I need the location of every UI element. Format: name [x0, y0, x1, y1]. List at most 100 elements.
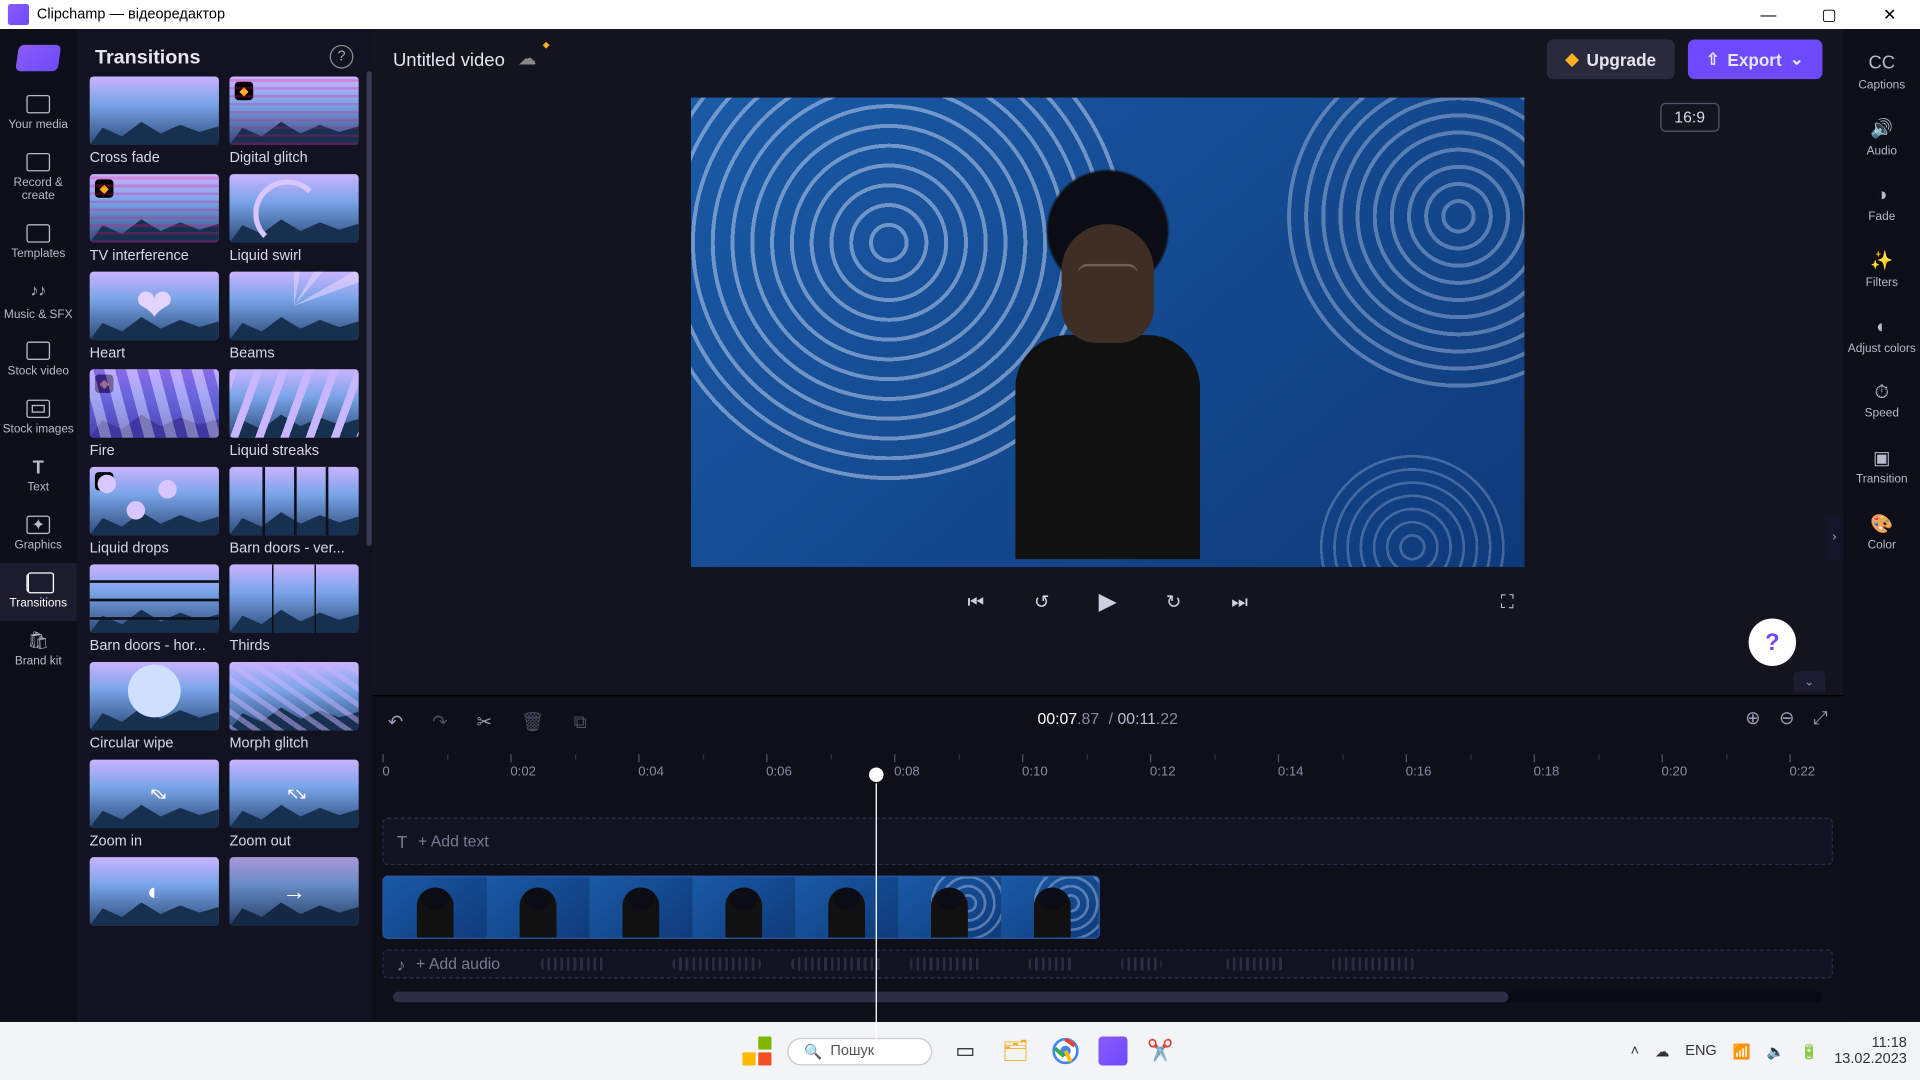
right-rail-transition[interactable]: ▣Transition — [1844, 434, 1920, 500]
language-indicator[interactable]: ENG — [1685, 1043, 1716, 1059]
seek-end-button[interactable]: ⏭ — [1225, 587, 1254, 616]
transition-item[interactable]: ◆Digital glitch — [229, 76, 358, 166]
transition-item[interactable]: ◆Liquid drops — [90, 467, 219, 557]
transition-item[interactable]: Barn doors - hor... — [90, 564, 219, 654]
maximize-button[interactable]: ▢ — [1799, 0, 1860, 29]
taskbar-search[interactable]: 🔍 Пошук — [787, 1037, 932, 1065]
waveform-hint — [1332, 957, 1415, 970]
sidebar-item-label: Stock video — [8, 366, 69, 379]
task-view-button[interactable]: ▭ — [948, 1034, 982, 1068]
ruler-tick: 0:22 — [1789, 754, 1815, 779]
project-title[interactable]: Untitled video — [393, 49, 505, 70]
sidebar-item-stock-images[interactable]: Stock images — [0, 389, 76, 447]
split-button[interactable]: ✂ — [477, 710, 492, 732]
minimize-button[interactable]: — — [1738, 0, 1799, 29]
sidebar-icon — [26, 342, 50, 360]
zoom-out-button[interactable]: ⊖ — [1779, 707, 1794, 729]
transition-item[interactable]: Zoom out — [229, 760, 358, 850]
right-rail-label: Fade — [1868, 211, 1895, 224]
text-track-slot[interactable]: T + Add text — [382, 818, 1833, 865]
right-rail-audio[interactable]: 🔊Audio — [1844, 105, 1920, 171]
transition-label: Morph glitch — [229, 731, 358, 752]
export-button[interactable]: ⇧ Export ⌄ — [1688, 40, 1823, 80]
transition-item[interactable]: Heart — [90, 272, 219, 362]
timeline-scrollbar[interactable] — [393, 992, 1822, 1003]
ruler-tick: 0:18 — [1534, 754, 1560, 779]
transition-item[interactable]: Beams — [229, 272, 358, 362]
transition-item[interactable]: Liquid streaks — [229, 369, 358, 459]
transition-label: Beams — [229, 340, 358, 361]
video-clip[interactable]: 🔊 — [382, 876, 1100, 939]
right-rail-filters[interactable]: ✨Filters — [1844, 237, 1920, 303]
zoom-in-button[interactable]: ⊕ — [1745, 707, 1760, 729]
right-rail-speed[interactable]: ⏱Speed — [1844, 369, 1920, 435]
cloud-sync-icon[interactable] — [518, 47, 542, 71]
file-explorer-button[interactable]: 🗂 — [998, 1034, 1032, 1068]
clipchamp-logo[interactable] — [15, 45, 61, 71]
sidebar-icon — [26, 95, 50, 113]
right-rail-color[interactable]: 🎨Color — [1844, 500, 1920, 566]
chrome-button[interactable] — [1048, 1034, 1082, 1068]
collapse-preview-button[interactable]: ⌄ — [1793, 671, 1825, 692]
right-rail-fade[interactable]: ◑Fade — [1844, 171, 1920, 237]
help-fab[interactable]: ? — [1749, 618, 1796, 665]
redo-button[interactable]: ↷ — [432, 710, 447, 732]
text-icon: T — [397, 831, 407, 851]
duplicate-button[interactable]: ⧉ — [574, 710, 587, 732]
volume-icon[interactable]: 🔈 — [1766, 1042, 1784, 1059]
onedrive-icon[interactable]: ☁ — [1655, 1042, 1670, 1059]
right-rail-captions[interactable]: CCCaptions — [1844, 40, 1920, 106]
diamond-icon: ◆ — [1565, 49, 1578, 70]
sidebar-item-brand-kit[interactable]: Brand kit — [0, 621, 76, 679]
fullscreen-button[interactable]: ⛶ — [1493, 587, 1522, 616]
seek-start-button[interactable]: ⏮ — [961, 587, 990, 616]
start-button[interactable] — [742, 1036, 771, 1065]
transition-item[interactable] — [229, 857, 358, 931]
play-button[interactable]: ▶ — [1093, 587, 1122, 616]
video-preview[interactable] — [691, 98, 1524, 567]
transition-item[interactable] — [90, 857, 219, 931]
upgrade-button[interactable]: ◆ Upgrade — [1547, 40, 1675, 80]
playhead[interactable] — [875, 783, 876, 1059]
transition-item[interactable]: Barn doors - ver... — [229, 467, 358, 557]
transition-item[interactable]: Liquid swirl — [229, 174, 358, 264]
time-ruler[interactable]: 00:020:040:060:080:100:120:140:160:180:2… — [382, 746, 1833, 783]
taskbar-clock[interactable]: 11:18 13.02.2023 — [1834, 1035, 1907, 1067]
sidebar-item-your-media[interactable]: Your media — [0, 84, 76, 142]
sidebar-item-record-create[interactable]: Record & create — [0, 142, 76, 213]
transition-preview — [229, 760, 358, 829]
premium-badge-icon: ◆ — [95, 179, 113, 197]
transition-item[interactable]: Circular wipe — [90, 662, 219, 752]
transition-item[interactable]: ◆TV interference — [90, 174, 219, 264]
preview-stage: 16:9 ⏮ ↺ ▶ ↻ ⏭ ⛶ ? ⌄ — [372, 90, 1844, 695]
wifi-icon[interactable]: 📶 — [1733, 1042, 1751, 1059]
transition-item[interactable]: Morph glitch — [229, 662, 358, 752]
transition-item[interactable]: Thirds — [229, 564, 358, 654]
aspect-ratio-button[interactable]: 16:9 — [1660, 103, 1720, 132]
sidebar-item-text[interactable]: Text — [0, 447, 76, 505]
sidebar-item-transitions[interactable]: Transitions — [0, 563, 76, 621]
delete-button[interactable]: 🗑 — [521, 710, 544, 732]
sidebar-item-stock-video[interactable]: Stock video — [0, 332, 76, 390]
transition-preview — [229, 272, 358, 341]
transition-item[interactable]: ◆Fire — [90, 369, 219, 459]
zoom-fit-button[interactable]: ⤢ — [1813, 707, 1828, 729]
undo-button[interactable]: ↶ — [388, 710, 403, 732]
right-rail-adjust-colors[interactable]: ◐Adjust colors — [1844, 303, 1920, 369]
forward-button[interactable]: ↻ — [1159, 587, 1188, 616]
transition-label: Thirds — [229, 633, 358, 654]
scrollbar-thumb[interactable] — [393, 992, 1508, 1003]
snip-tool-button[interactable]: ✂️ — [1143, 1034, 1177, 1068]
collapse-right-button[interactable]: › — [1825, 514, 1843, 559]
clipchamp-taskbar-button[interactable] — [1098, 1036, 1127, 1065]
tray-chevron-icon[interactable]: ˄ — [1631, 1043, 1639, 1059]
help-icon[interactable]: ? — [330, 45, 354, 69]
sidebar-item-templates[interactable]: Templates — [0, 213, 76, 271]
transition-item[interactable]: Cross fade — [90, 76, 219, 166]
rewind-button[interactable]: ↺ — [1027, 587, 1056, 616]
sidebar-item-graphics[interactable]: Graphics — [0, 505, 76, 563]
sidebar-item-music-sfx[interactable]: Music & SFX — [0, 271, 76, 332]
battery-icon[interactable]: 🔋 — [1800, 1042, 1818, 1059]
close-button[interactable]: ✕ — [1859, 0, 1920, 29]
transition-item[interactable]: Zoom in — [90, 760, 219, 850]
